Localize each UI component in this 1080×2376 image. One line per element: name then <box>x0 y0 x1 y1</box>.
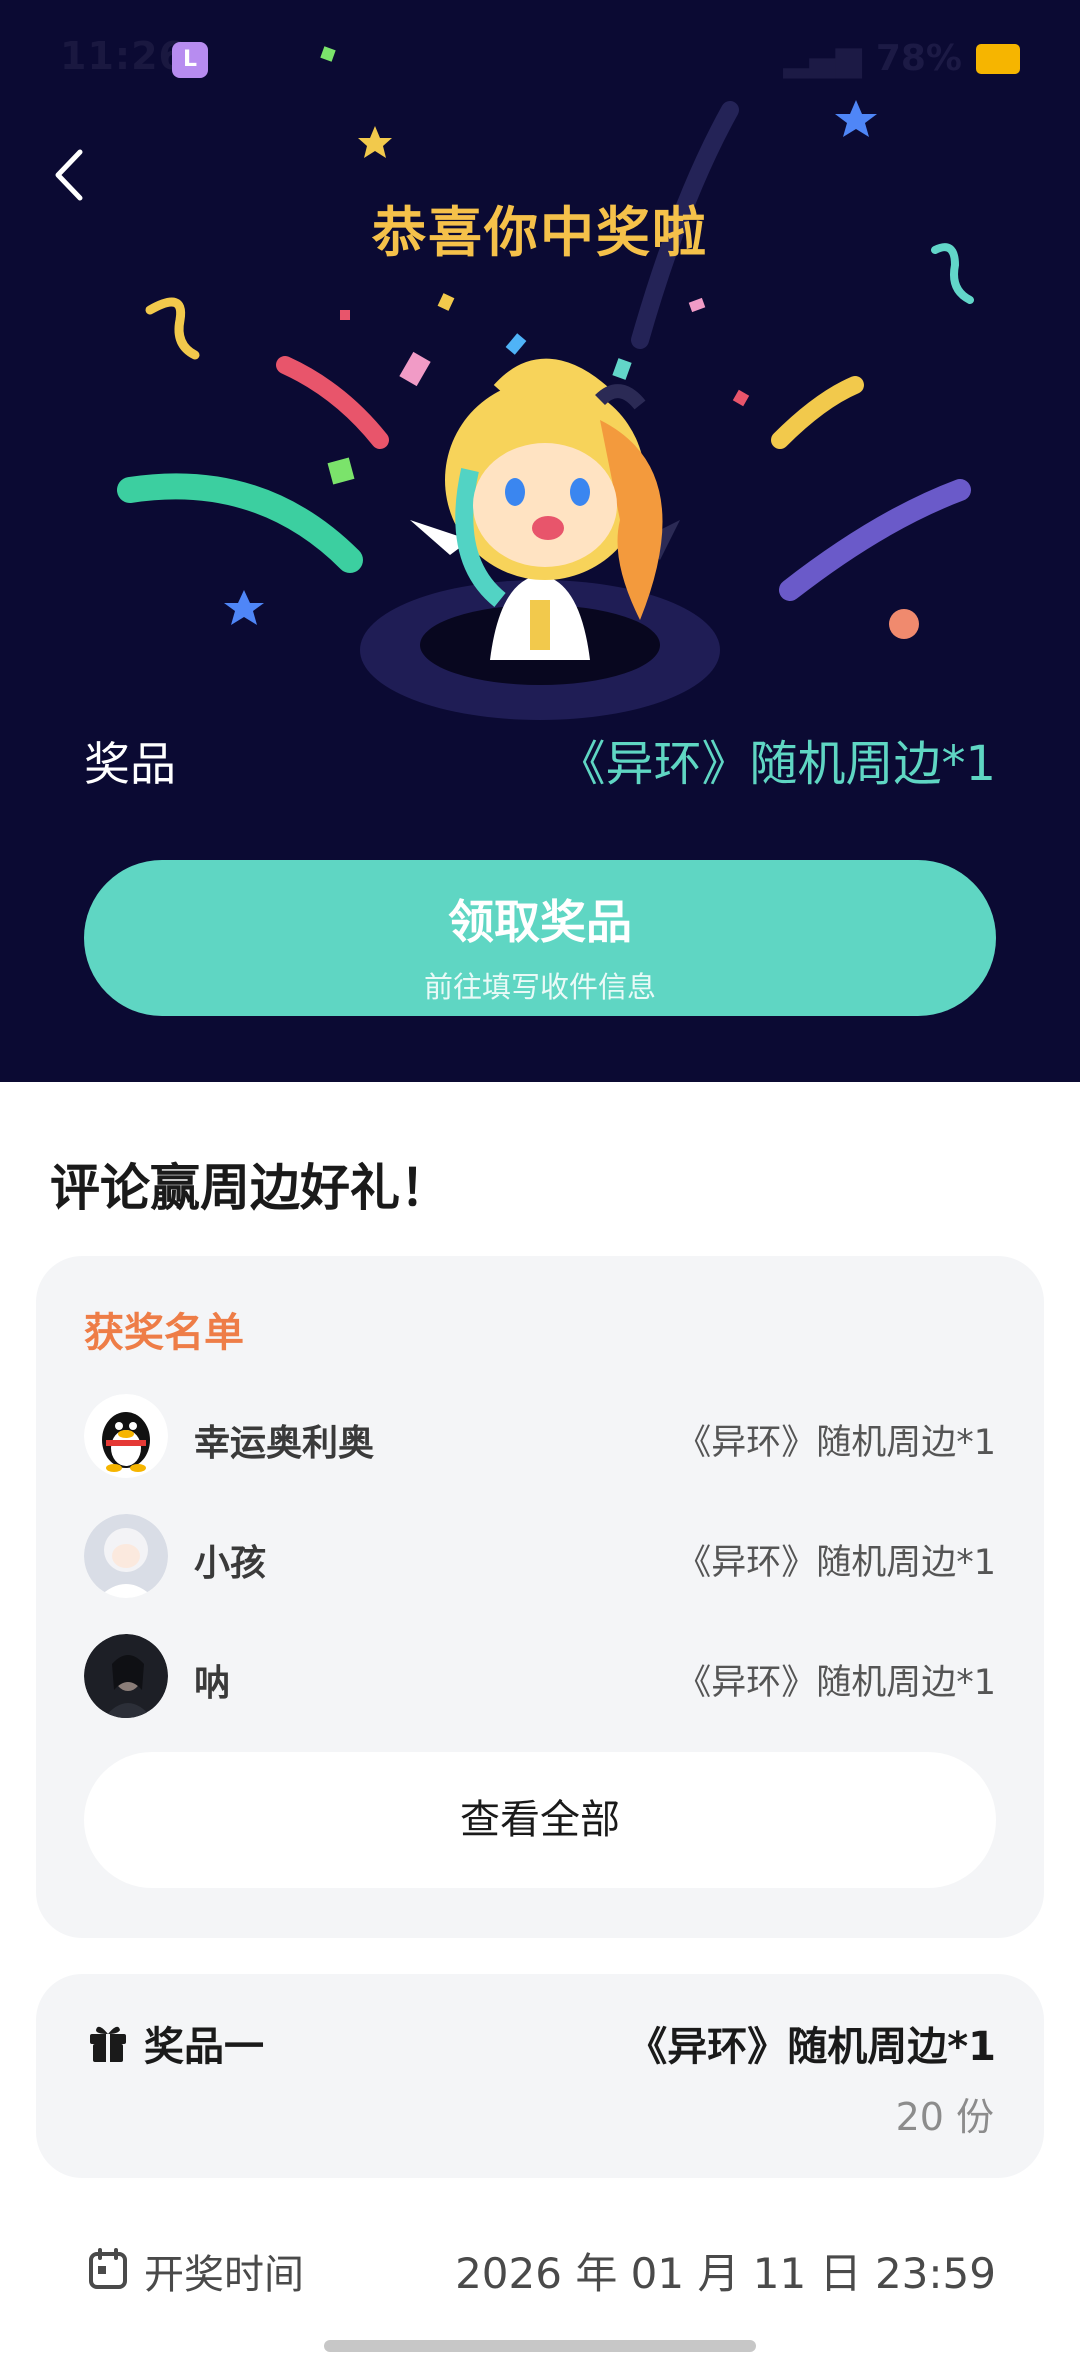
winner-name: 小孩 <box>194 1543 267 1584</box>
status-bar: 11:26 L ▂▄▆ 78% <box>0 0 1080 120</box>
gift-icon <box>90 2026 126 2062</box>
prize-label: 奖品 <box>84 737 176 791</box>
prize-detail-label: 奖品一 <box>144 2024 264 2070</box>
congrats-title: 恭喜你中奖啦 <box>372 201 708 264</box>
view-all-button[interactable]: 查看全部 <box>84 1752 996 1888</box>
claim-prize-button[interactable]: 领取奖品 前往填写收件信息 <box>84 860 996 1016</box>
penguin-avatar <box>84 1394 168 1478</box>
battery-icon <box>976 43 1020 74</box>
claim-button-subtitle: 前往填写收件信息 <box>423 970 656 1004</box>
winner-prize: 《异环》随机周边*1 <box>676 1543 996 1583</box>
draw-time-row: 开奖时间 2026 年 01 月 11 日 23:59 <box>84 2236 996 2306</box>
status-indicators: ▂▄▆ 78% <box>783 38 1020 79</box>
calendar-icon <box>89 2248 127 2289</box>
draw-time-value: 2026 年 01 月 11 日 23:59 <box>455 2249 996 2298</box>
draw-time-label: 开奖时间 <box>144 2252 304 2298</box>
signal-icon: ▂▄▆ <box>783 38 862 79</box>
home-indicator[interactable] <box>324 2340 756 2352</box>
prize-value: 《异环》随机周边*1 <box>557 736 996 792</box>
prize-detail-card: 奖品一 《异环》随机周边*1 20 份 <box>36 1974 1044 2178</box>
claim-button-title: 领取奖品 <box>448 895 632 949</box>
winner-prize: 《异环》随机周边*1 <box>676 1423 996 1463</box>
battery-percent: 78% <box>875 38 962 79</box>
white-hair-girl-avatar <box>84 1514 168 1598</box>
prize-detail-count: 20 份 <box>895 2095 994 2139</box>
hero-banner: 11:26 L ▂▄▆ 78% 恭喜你中奖啦 奖品 《异环》随机周边*1 领取奖… <box>0 0 1080 1082</box>
winner-row[interactable]: 呐 《异环》随机周边*1 <box>84 1634 996 1724</box>
status-time: 11:26 <box>60 34 186 78</box>
winner-row[interactable]: 小孩 《异环》随机周边*1 <box>84 1514 996 1604</box>
section-title: 评论赢周边好礼！ <box>50 1159 450 1217</box>
winners-title: 获奖名单 <box>84 1310 244 1356</box>
winner-row[interactable]: 幸运奥利奥 《异环》随机周边*1 <box>84 1394 996 1484</box>
winner-prize: 《异环》随机周边*1 <box>676 1663 996 1703</box>
winners-card: 获奖名单 幸运奥利奥 《异环》随机周边*1 小孩 《异环》随机周边*1 呐 《异… <box>36 1256 1044 1938</box>
winner-name: 呐 <box>194 1663 231 1704</box>
prize-detail-name: 《异环》随机周边*1 <box>627 2024 996 2070</box>
lc-app-icon: L <box>172 42 208 78</box>
dark-portrait-avatar <box>84 1634 168 1718</box>
winner-name: 幸运奥利奥 <box>194 1423 375 1464</box>
